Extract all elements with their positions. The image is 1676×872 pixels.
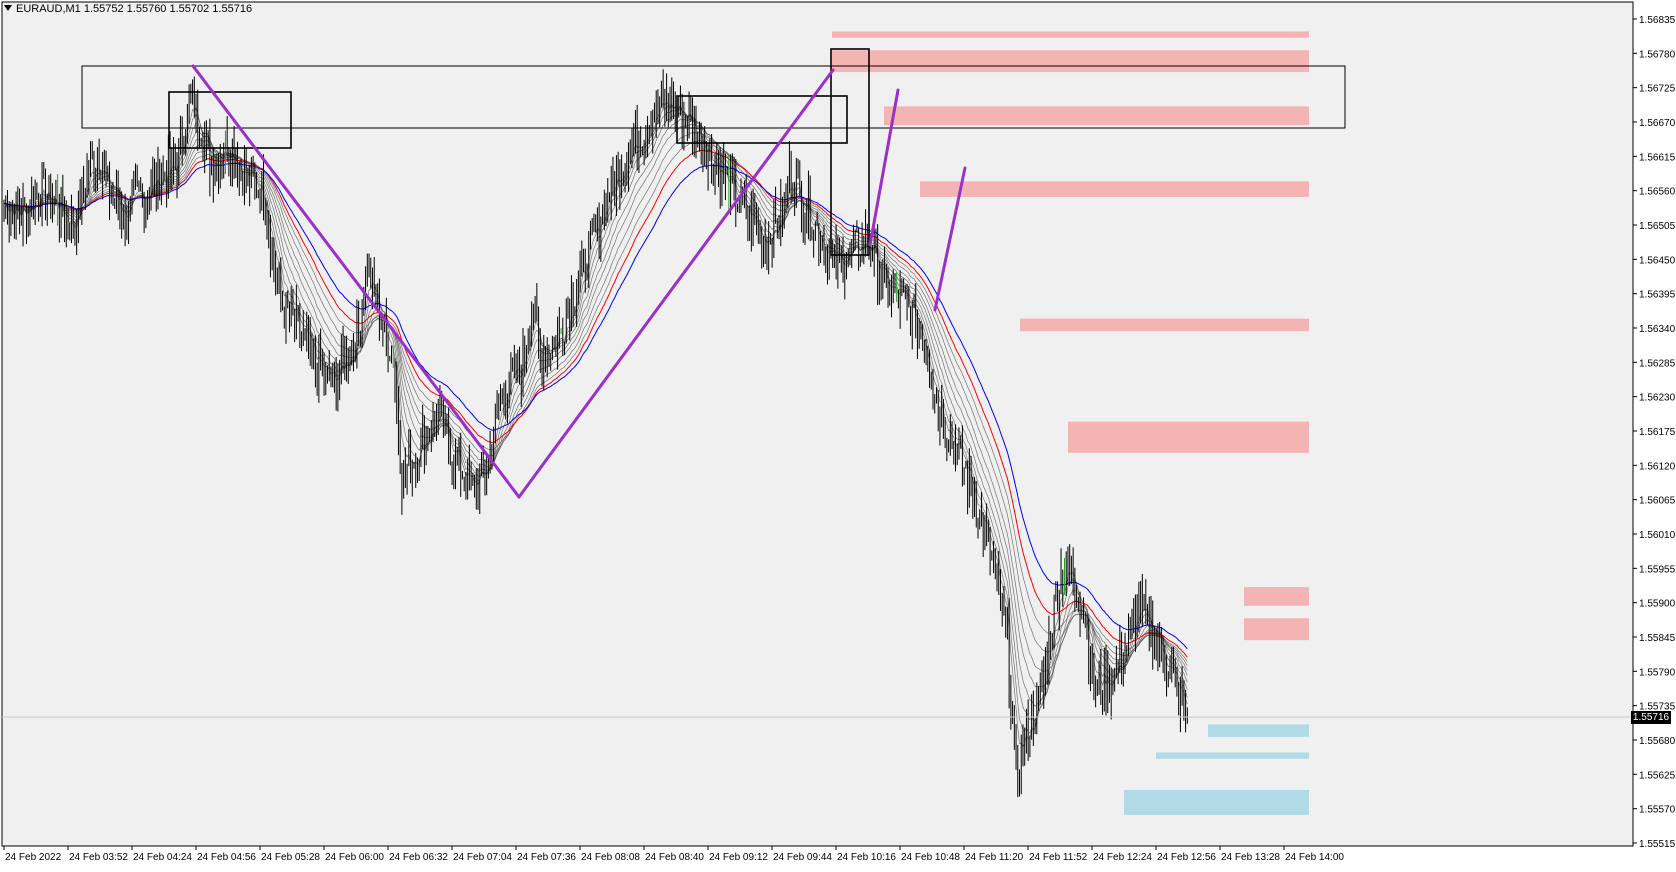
x-tick-label: 24 Feb 09:44 — [773, 852, 832, 863]
y-tick-label: 1.56725 — [1639, 84, 1676, 95]
y-tick-label: 1.56615 — [1639, 152, 1676, 163]
y-tick-label: 1.56835 — [1639, 15, 1676, 26]
x-tick-label: 24 Feb 08:40 — [645, 852, 704, 863]
x-tick-label: 24 Feb 07:04 — [453, 852, 512, 863]
y-tick-label: 1.56340 — [1639, 324, 1676, 335]
supply-zone — [884, 106, 1309, 126]
x-tick-label: 24 Feb 08:08 — [581, 852, 640, 863]
x-tick-label: 24 Feb 2022 — [5, 852, 62, 863]
symbol-header[interactable]: EURAUD,M1 1.55752 1.55760 1.55702 1.5571… — [4, 3, 252, 15]
y-tick-label: 1.56065 — [1639, 496, 1676, 507]
y-tick-label: 1.55570 — [1639, 805, 1676, 816]
y-tick-label: 1.56010 — [1639, 530, 1676, 541]
y-tick-label: 1.56450 — [1639, 255, 1676, 266]
current-price-tag: 1.55716 — [1631, 711, 1671, 724]
menu-triangle-icon[interactable] — [4, 5, 12, 11]
y-tick-label: 1.56395 — [1639, 290, 1676, 301]
x-tick-label: 24 Feb 04:56 — [197, 852, 256, 863]
y-tick-label: 1.55790 — [1639, 667, 1676, 678]
y-tick-label: 1.55900 — [1639, 599, 1676, 610]
x-tick-label: 24 Feb 11:20 — [965, 852, 1024, 863]
x-tick-label: 24 Feb 04:24 — [133, 852, 192, 863]
supply-zone — [1068, 421, 1309, 453]
y-tick-label: 1.56560 — [1639, 187, 1676, 198]
supply-zone — [1020, 318, 1309, 332]
x-tick-label: 24 Feb 06:32 — [389, 852, 448, 863]
x-tick-label: 24 Feb 07:36 — [517, 852, 576, 863]
x-tick-label: 24 Feb 06:00 — [325, 852, 384, 863]
y-tick-label: 1.55680 — [1639, 736, 1676, 747]
y-tick-label: 1.56230 — [1639, 393, 1676, 404]
y-tick-label: 1.56120 — [1639, 461, 1676, 472]
x-tick-label: 24 Feb 05:28 — [261, 852, 320, 863]
supply-zone — [1244, 618, 1309, 641]
price-chart[interactable]: 1.56835 1.56780 1.56725 1.56670 1.56615 1.565… — [0, 0, 1676, 867]
x-tick-label: 24 Feb 12:56 — [1157, 852, 1216, 863]
x-tick-label: 24 Feb 14:00 — [1285, 852, 1344, 863]
y-tick-label: 1.56780 — [1639, 49, 1676, 60]
demand-zone — [1208, 724, 1309, 737]
y-tick-label: 1.56285 — [1639, 358, 1676, 369]
y-tick-label: 1.56670 — [1639, 118, 1676, 129]
y-tick-label: 1.55625 — [1639, 770, 1676, 781]
y-tick-label: 1.55515 — [1639, 839, 1676, 850]
supply-zone — [920, 181, 1309, 197]
x-tick-label: 24 Feb 11:52 — [1029, 852, 1088, 863]
x-tick-label: 24 Feb 09:12 — [709, 852, 768, 863]
supply-zone — [832, 50, 1309, 73]
y-tick-label: 1.55955 — [1639, 564, 1676, 575]
x-tick-label: 24 Feb 03:52 — [69, 852, 128, 863]
x-tick-label: 24 Feb 10:48 — [901, 852, 960, 863]
x-tick-label: 24 Feb 13:28 — [1221, 852, 1280, 863]
x-tick-label: 24 Feb 12:24 — [1093, 852, 1152, 863]
y-tick-label: 1.56175 — [1639, 427, 1676, 438]
plot-area — [1, 1, 1634, 847]
y-tick-label: 1.56505 — [1639, 221, 1676, 232]
chart-window[interactable]: EURAUD,M1 1.55752 1.55760 1.55702 1.5571… — [0, 0, 1676, 867]
supply-zone — [832, 31, 1309, 38]
symbol-ohlc-text: EURAUD,M1 1.55752 1.55760 1.55702 1.5571… — [16, 3, 253, 15]
supply-zone — [1244, 587, 1309, 606]
demand-zone — [1124, 789, 1309, 815]
x-tick-label: 24 Feb 10:16 — [837, 852, 896, 863]
demand-zone — [1156, 752, 1309, 759]
y-tick-label: 1.55845 — [1639, 633, 1676, 644]
